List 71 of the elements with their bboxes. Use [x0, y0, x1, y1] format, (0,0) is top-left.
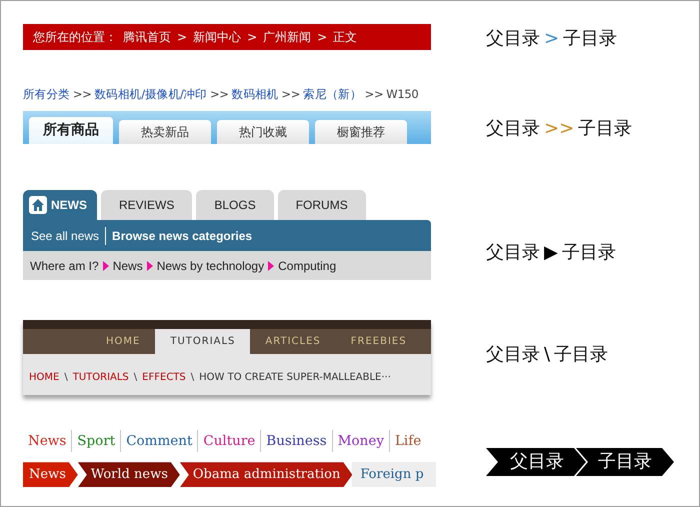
breadcrumb-link[interactable]: 数码相机 [232, 86, 278, 104]
tab[interactable]: NEWS [23, 190, 97, 220]
separator: >> [281, 86, 300, 103]
nav-link[interactable]: See all news [31, 226, 100, 245]
breadcrumb-link[interactable]: News [112, 256, 143, 275]
parent-crumb: 父目录 [486, 116, 540, 140]
location-label: 您所在的位置： [33, 29, 117, 46]
tab[interactable]: REVIEWS [101, 190, 192, 220]
breadcrumb-link[interactable]: News [23, 462, 78, 488]
separator: ▶ [544, 240, 558, 264]
breadcrumb-link[interactable]: Computing [278, 256, 336, 275]
nav-link[interactable]: Browse news categories [105, 226, 252, 245]
separator: > [544, 26, 560, 50]
separator: >> [544, 116, 574, 140]
separator: > [317, 29, 328, 46]
breadcrumb-link[interactable]: 索尼（新） [303, 86, 362, 104]
parent-crumb: 父目录 [486, 26, 540, 50]
tab[interactable]: BLOGS [196, 190, 274, 220]
tab[interactable]: HOME [91, 329, 156, 354]
child-crumb: 子目录 [563, 26, 618, 50]
tab[interactable]: 所有商品 [29, 117, 113, 144]
tab[interactable]: 热门收藏 [217, 120, 309, 144]
child-crumb: 子目录 [554, 342, 608, 366]
section-link[interactable]: Money [332, 430, 389, 452]
child-crumb: 子目录 [562, 240, 616, 264]
home-icon [29, 196, 47, 214]
separator: \ [134, 371, 138, 386]
breadcrumb-link[interactable]: 所有分类 [23, 86, 70, 104]
breadcrumb-link[interactable]: 父目录 [486, 448, 586, 476]
breadcrumb-label: Where am I? [30, 258, 99, 275]
breadcrumb-link[interactable]: 新闻中心 [193, 28, 242, 46]
parent-crumb: 父目录 [486, 240, 540, 264]
tab[interactable]: TUTORIALS [155, 329, 250, 354]
triangle-icon [268, 260, 274, 271]
section-link[interactable]: Sport [71, 430, 120, 452]
triangle-icon [146, 260, 153, 271]
section-link[interactable]: Life [388, 430, 426, 452]
breadcrumb-link[interactable]: World news [78, 462, 180, 488]
breadcrumb-link[interactable]: TUTORIALS [72, 370, 129, 386]
breadcrumb-link[interactable]: Obama administration [180, 462, 352, 488]
tab[interactable]: FREEBIES [336, 329, 422, 354]
tab[interactable]: ARTICLES [250, 329, 336, 354]
separator: >> [72, 86, 92, 103]
breadcrumb-link[interactable]: 数码相机/摄像机/冲印 [94, 86, 207, 104]
current-crumb: HOW TO CREATE SUPER-MALLEABLE··· [199, 371, 391, 386]
separator: \ [190, 371, 194, 386]
section-link[interactable]: Comment [120, 430, 198, 452]
current-crumb: W150 [386, 86, 418, 103]
triangle-icon [102, 260, 109, 271]
tab[interactable]: 热卖新品 [119, 120, 211, 144]
breadcrumb-link[interactable]: HOME [29, 370, 60, 386]
separator: \ [544, 342, 550, 366]
separator: >> [210, 86, 229, 103]
parent-crumb: 父目录 [486, 342, 540, 366]
breadcrumb-link[interactable]: 腾讯首页 [123, 28, 171, 46]
separator: > [177, 29, 188, 46]
separator: \ [64, 371, 68, 386]
breadcrumb-link[interactable]: Foreign p [352, 462, 436, 488]
section-link[interactable]: News [23, 430, 72, 452]
separator: > [247, 29, 258, 46]
breadcrumb-link[interactable]: News by technology [156, 256, 264, 275]
section-link[interactable]: Business [260, 430, 332, 452]
child-crumb: 子目录 [578, 116, 632, 140]
tab[interactable]: 橱窗推荐 [315, 120, 407, 144]
breadcrumb-link[interactable]: 广州新闻 [263, 28, 312, 46]
separator: >> [364, 86, 384, 103]
breadcrumb-link[interactable]: 子目录 [576, 448, 674, 476]
breadcrumb-link[interactable]: 正文 [333, 28, 358, 46]
breadcrumb-link[interactable]: EFFECTS [142, 370, 186, 386]
tab[interactable]: FORUMS [278, 190, 366, 220]
section-link[interactable]: Culture [197, 430, 260, 452]
